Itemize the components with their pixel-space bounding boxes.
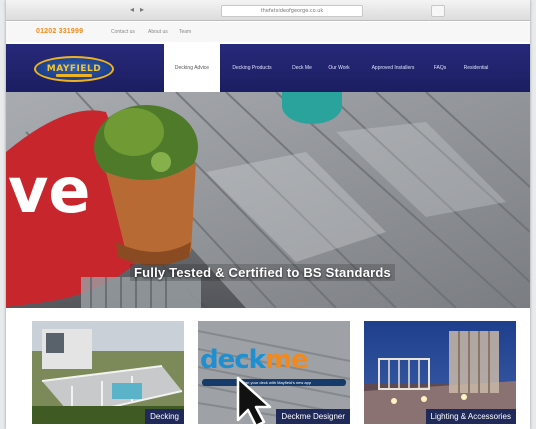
nav-item-decking-products[interactable]: Decking Products [224, 44, 280, 92]
reader-icon[interactable] [431, 5, 445, 17]
nav-item-our-work[interactable]: Our Work [324, 44, 354, 92]
contact-link[interactable]: Contact us [111, 29, 135, 35]
back-icon[interactable]: ◂ [130, 6, 138, 14]
utility-bar: 01202 331999 Contact us About us Team [6, 22, 530, 42]
forward-icon[interactable]: ▸ [140, 6, 148, 14]
nav-item-approved-installers[interactable]: Approved Installers [362, 44, 424, 92]
category-tiles: Decking deckme Design your deck with May… [6, 308, 530, 429]
logo-swoosh [56, 74, 92, 77]
nav-item-decking-advice[interactable]: Decking Advice [164, 44, 220, 92]
tile-lighting-label: Lighting & Accessories [425, 409, 516, 424]
mouse-cursor-icon [236, 376, 272, 428]
deckme-logo: deckme [200, 345, 309, 375]
nav-item-residential[interactable]: Residential [456, 44, 496, 92]
browser-window: ◂ ▸ thefatsideofgeorge.co.uk 01202 33199… [6, 0, 530, 429]
logo-text: MAYFIELD [46, 64, 102, 74]
main-nav: MAYFIELD Decking Advice Decking Products… [6, 44, 530, 92]
nav-item-faqs[interactable]: FAQs [430, 44, 450, 92]
tile-lighting-accessories[interactable]: Lighting & Accessories [364, 321, 516, 424]
about-link[interactable]: About us [148, 29, 168, 35]
team-link[interactable]: Team [179, 29, 191, 35]
phone-number[interactable]: 01202 331999 [36, 28, 83, 35]
address-bar[interactable]: thefatsideofgeorge.co.uk [221, 5, 363, 17]
hero-caption: Fully Tested & Certified to BS Standards [130, 264, 395, 281]
hero-banner: ve Fully Tested & Certified to BS Standa… [6, 92, 530, 308]
tile-decking-label: Decking [145, 409, 184, 424]
tile-deckme-designer[interactable]: deckme Design your deck with Mayfield's … [198, 321, 350, 424]
deckme-tagline: Design your deck with Mayfield's new app [202, 379, 346, 386]
mayfield-logo[interactable]: MAYFIELD [34, 56, 114, 82]
tile-decking[interactable]: Decking [32, 321, 184, 424]
svg-text:ve: ve [8, 154, 90, 227]
nav-item-deck-me[interactable]: Deck Me [288, 44, 316, 92]
tile-deckme-label: Deckme Designer [276, 409, 350, 424]
browser-toolbar: ◂ ▸ thefatsideofgeorge.co.uk [6, 0, 530, 21]
